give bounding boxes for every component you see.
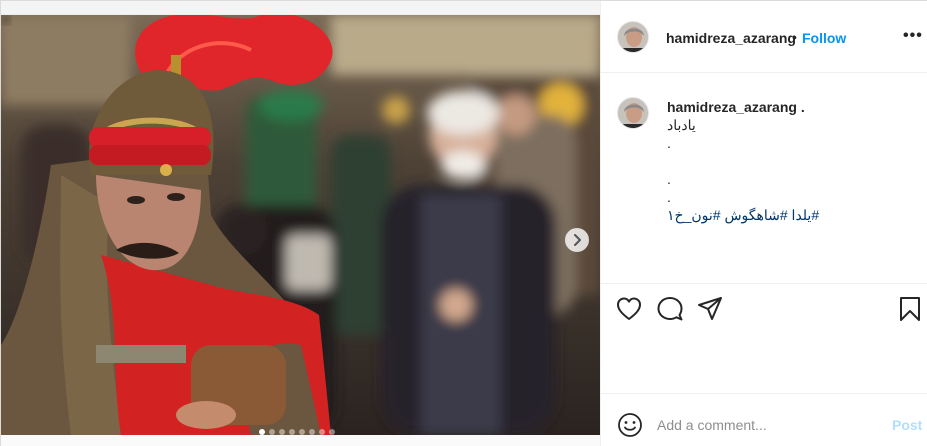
post-photo[interactable]	[1, 15, 600, 435]
caption-line: یادباد	[667, 117, 696, 133]
smiley-icon	[618, 413, 642, 437]
action-bar	[601, 283, 927, 393]
avatar-photo	[618, 22, 648, 52]
caption-username-link: hamidreza_azarang .	[667, 99, 805, 115]
like-button[interactable]	[615, 295, 643, 323]
top-strip	[1, 1, 600, 15]
emoji-button[interactable]	[617, 412, 643, 438]
photo-illustration	[1, 15, 600, 435]
bookmark-icon	[900, 297, 920, 321]
caption-username-suffix: .	[796, 99, 805, 115]
separator-bullet: •	[792, 29, 797, 45]
carousel-next-button[interactable]	[565, 228, 589, 252]
post-sidebar: hamidreza_azarang • Follow ••• hamidreza…	[600, 1, 927, 446]
username-link[interactable]: hamidreza_azarang	[666, 30, 796, 46]
bottom-strip	[1, 435, 600, 446]
comment-input[interactable]	[657, 416, 877, 434]
comment-bubble-icon	[657, 297, 683, 321]
post-header: hamidreza_azarang • Follow •••	[601, 1, 927, 73]
more-options-icon[interactable]: •••	[903, 27, 923, 45]
caption-line: .	[667, 171, 671, 187]
caption-line: .	[667, 135, 671, 151]
caption-avatar[interactable]	[617, 97, 649, 129]
heart-icon	[617, 297, 641, 320]
add-comment-section: Post	[601, 393, 927, 446]
post-comment-button[interactable]: Post	[892, 417, 922, 433]
share-button[interactable]	[696, 295, 724, 323]
caption-username[interactable]: hamidreza_azarang	[667, 99, 797, 115]
caption: hamidreza_azarang . یادباد . . . #یلدا #…	[601, 73, 927, 283]
follow-button[interactable]: Follow	[802, 30, 846, 46]
caption-line: .	[667, 189, 671, 205]
avatar[interactable]	[617, 21, 649, 53]
comment-button[interactable]	[656, 295, 684, 323]
avatar-photo	[618, 98, 648, 128]
paper-plane-icon	[698, 297, 722, 320]
instagram-post: hamidreza_azarang • Follow ••• hamidreza…	[0, 0, 927, 446]
chevron-right-icon	[574, 234, 581, 246]
caption-hashtags[interactable]: #یلدا #شاهگوش #نون_خ۱	[667, 207, 819, 224]
save-button[interactable]	[896, 295, 924, 323]
